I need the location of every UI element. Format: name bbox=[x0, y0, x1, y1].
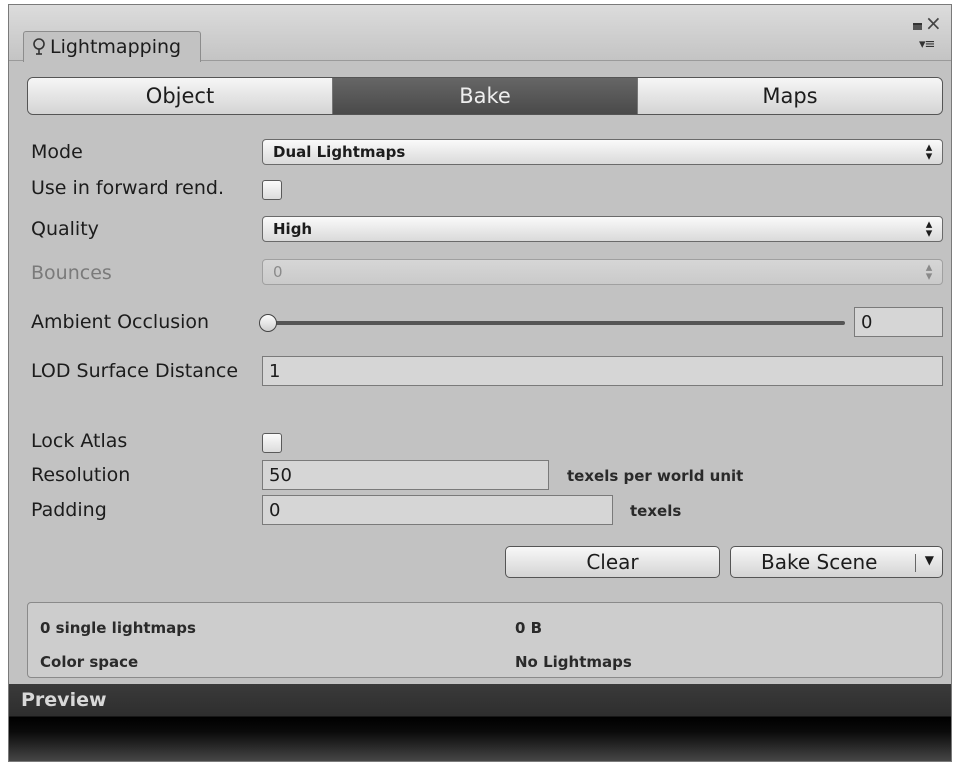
bake-scene-button-label: Bake Scene bbox=[761, 550, 878, 574]
clear-button-label: Clear bbox=[586, 550, 639, 574]
bounces-value: 0 bbox=[273, 263, 283, 281]
button-separator bbox=[915, 554, 916, 572]
lightmap-info-box: 0 single lightmaps 0 B Color space No Li… bbox=[27, 602, 943, 678]
color-space-value: No Lightmaps bbox=[515, 653, 632, 671]
forward-label: Use in forward rend. bbox=[31, 177, 225, 199]
clear-button[interactable]: Clear bbox=[505, 546, 720, 578]
dropdown-arrows-icon: ▴ ▾ bbox=[925, 217, 933, 241]
mode-label: Mode bbox=[31, 141, 83, 163]
padding-input[interactable]: 0 bbox=[262, 495, 613, 525]
dropdown-arrows-icon: ▴ ▾ bbox=[925, 260, 933, 284]
ambient-occlusion-input[interactable]: 0 bbox=[854, 307, 943, 337]
tab-maps[interactable]: Maps bbox=[638, 78, 942, 114]
menu-icon[interactable]: ▾≡ bbox=[919, 37, 935, 52]
mode-tabs: Object Bake Maps bbox=[27, 77, 943, 115]
preview-panel: Preview bbox=[9, 684, 951, 761]
lightmaps-count: 0 single lightmaps bbox=[40, 619, 196, 637]
padding-label: Padding bbox=[31, 499, 107, 521]
bake-scene-button[interactable]: Bake Scene ▼ bbox=[730, 546, 943, 578]
bounces-label: Bounces bbox=[31, 262, 112, 284]
resolution-unit: texels per world unit bbox=[567, 467, 744, 485]
resolution-input[interactable]: 50 bbox=[262, 460, 549, 490]
lightmaps-size: 0 B bbox=[515, 619, 543, 637]
mode-dropdown[interactable]: Dual Lightmaps ▴ ▾ bbox=[262, 139, 943, 165]
ambient-occlusion-label: Ambient Occlusion bbox=[31, 311, 210, 333]
tab-object[interactable]: Object bbox=[28, 78, 333, 114]
lock-atlas-checkbox[interactable] bbox=[262, 433, 282, 453]
tab-lightmapping[interactable]: Lightmapping bbox=[23, 31, 201, 62]
ambient-occlusion-slider-thumb[interactable] bbox=[259, 314, 277, 332]
title-bar: Lightmapping × ▾≡ bbox=[9, 5, 951, 62]
lock-atlas-label: Lock Atlas bbox=[31, 430, 128, 452]
chevron-down-icon[interactable]: ▼ bbox=[925, 553, 934, 567]
ambient-occlusion-slider-track[interactable] bbox=[267, 321, 845, 325]
preview-title: Preview bbox=[21, 689, 107, 711]
lightmapping-window: Lightmapping × ▾≡ Object Bake Maps Mode … bbox=[8, 4, 952, 762]
dropdown-arrows-icon: ▴ ▾ bbox=[925, 140, 933, 164]
close-icon[interactable]: × bbox=[925, 13, 942, 33]
quality-label: Quality bbox=[31, 218, 99, 240]
resolution-label: Resolution bbox=[31, 464, 131, 486]
quality-dropdown[interactable]: High ▴ ▾ bbox=[262, 216, 943, 242]
forward-checkbox[interactable] bbox=[262, 180, 282, 200]
color-space-label: Color space bbox=[40, 653, 139, 671]
bounces-dropdown: 0 ▴ ▾ bbox=[262, 259, 943, 285]
padding-unit: texels bbox=[630, 502, 682, 520]
mode-value: Dual Lightmaps bbox=[273, 143, 406, 161]
lod-surface-distance-input[interactable]: 1 bbox=[262, 356, 943, 386]
lightbulb-icon bbox=[32, 38, 46, 56]
window-controls: × ▾≡ bbox=[911, 13, 942, 53]
tab-bake[interactable]: Bake bbox=[333, 78, 638, 114]
quality-value: High bbox=[273, 220, 313, 238]
maximize-icon[interactable] bbox=[913, 23, 922, 30]
lod-surface-distance-label: LOD Surface Distance bbox=[31, 360, 239, 382]
tab-title: Lightmapping bbox=[50, 36, 182, 58]
